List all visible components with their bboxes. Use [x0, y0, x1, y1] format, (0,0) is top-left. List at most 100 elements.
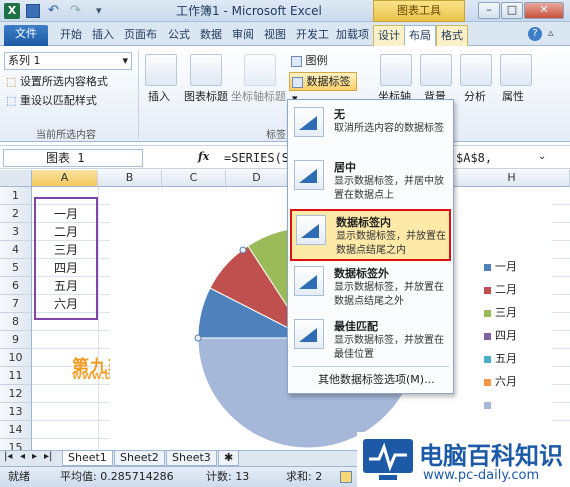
sheet-nav-next-icon[interactable]: ▸ — [32, 451, 37, 462]
axes-icon[interactable] — [380, 54, 412, 86]
row-header[interactable]: 13 — [0, 403, 32, 421]
customize-qat-icon[interactable]: ▾ — [96, 3, 102, 19]
legend-button[interactable]: 图例 — [291, 54, 328, 68]
legend-entry[interactable]: 二月 — [484, 283, 544, 306]
tab-file[interactable]: 文件 — [4, 25, 48, 46]
row-header[interactable]: 4 — [0, 241, 32, 259]
insert-button-label[interactable]: 插入 — [148, 90, 170, 104]
axis-titles-icon[interactable] — [244, 54, 276, 86]
selection-handle[interactable] — [239, 246, 247, 254]
chart-title-icon[interactable] — [190, 54, 222, 86]
cell-a3[interactable]: 二月 — [36, 223, 96, 241]
tab-layout[interactable]: 布局 — [404, 25, 436, 46]
row-header[interactable]: 8 — [0, 313, 32, 331]
selection-dropdown[interactable]: 系列 1 ▾ — [4, 52, 132, 70]
legend-entry[interactable]: 五月 — [484, 352, 544, 375]
cell-a4[interactable]: 三月 — [36, 241, 96, 259]
data-label-option-outside[interactable]: 数据标签外 显示数据标签，并放置在数据点结尾之外 — [290, 262, 451, 314]
fx-button[interactable]: fx — [198, 150, 209, 163]
sheet-tab-1[interactable]: Sheet1 — [62, 451, 113, 466]
data-label-option-center[interactable]: 居中 显示数据标签，并居中放置在数据点上 — [290, 156, 451, 208]
excel-app-icon[interactable]: X — [4, 3, 20, 19]
column-header[interactable]: D — [226, 170, 288, 187]
more-data-label-options[interactable]: 其他数据标签选项(M)... — [318, 373, 435, 387]
formula-text-left[interactable]: =SERIES(S — [224, 150, 289, 166]
legend-entry[interactable]: 四月 — [484, 329, 544, 352]
cell-a7[interactable]: 六月 — [36, 295, 96, 313]
sheet-tab-3[interactable]: Sheet3 — [166, 451, 217, 466]
row-header[interactable]: 2 — [0, 205, 32, 223]
sheet-nav-prev-icon[interactable]: ◂ — [20, 451, 25, 462]
tab-formulas[interactable]: 公式 — [164, 25, 194, 46]
row-header[interactable]: 5 — [0, 259, 32, 277]
tab-view[interactable]: 视图 — [260, 25, 290, 46]
select-all-corner[interactable] — [0, 170, 32, 187]
ribbon-minimize-icon[interactable]: ▵ — [548, 26, 554, 39]
legend-swatch — [484, 355, 491, 363]
row-header[interactable]: 12 — [0, 385, 32, 403]
normal-view-icon[interactable] — [340, 471, 352, 483]
legend-entry[interactable] — [484, 398, 544, 421]
close-button[interactable]: ✕ — [524, 2, 564, 19]
selection-handle[interactable] — [194, 334, 202, 342]
tab-format[interactable]: 格式 — [436, 25, 468, 46]
sheet-nav-first-icon[interactable]: |◂ — [4, 451, 12, 462]
row-header[interactable]: 9 — [0, 331, 32, 349]
data-labels-icon — [292, 76, 303, 88]
tab-data[interactable]: 数据 — [196, 25, 226, 46]
tab-design[interactable]: 设计 — [373, 25, 405, 46]
background-icon[interactable] — [420, 54, 452, 86]
legend-entry[interactable]: 三月 — [484, 306, 544, 329]
reset-style-button[interactable]: ⬚ 重设以匹配样式 — [6, 94, 97, 108]
row-header[interactable]: 1 — [0, 187, 32, 205]
data-label-option-none[interactable]: 无取消所选内容的数据标签 — [290, 103, 451, 155]
row-header[interactable]: 10 — [0, 349, 32, 367]
properties-icon[interactable] — [500, 54, 532, 86]
data-label-option-bestfit[interactable]: 最佳匹配 显示数据标签，并放置在最佳位置 — [290, 315, 451, 367]
insert-icon[interactable] — [145, 54, 177, 86]
axis-titles-button-label[interactable]: 坐标轴标题 — [231, 90, 286, 104]
row-header[interactable]: 3 — [0, 223, 32, 241]
chart-legend[interactable]: 一月 二月 三月 四月 五月 六月 — [484, 260, 544, 421]
cell-a2[interactable]: 一月 — [36, 205, 96, 223]
sheet-tab-2[interactable]: Sheet2 — [114, 451, 165, 466]
expand-formula-bar-icon[interactable]: ⌄ — [538, 151, 546, 162]
minimize-button[interactable]: – — [478, 2, 500, 19]
help-icon[interactable]: ? — [528, 27, 542, 41]
save-icon[interactable] — [26, 4, 40, 18]
column-header[interactable]: H — [454, 170, 570, 187]
sheet-nav-last-icon[interactable]: ▸| — [44, 451, 52, 462]
tab-developer[interactable]: 开发工 — [292, 25, 333, 46]
analysis-button-label[interactable]: 分析 — [464, 90, 486, 104]
formula-text-right[interactable]: $A$8, — [456, 150, 492, 166]
format-selection-button[interactable]: ⬚ 设置所选内容格式 — [6, 75, 108, 89]
row-header[interactable]: 7 — [0, 295, 32, 313]
cell-a6[interactable]: 五月 — [36, 277, 96, 295]
legend-swatch — [484, 263, 491, 271]
column-header[interactable]: C — [162, 170, 226, 187]
row-header[interactable]: 11 — [0, 367, 32, 385]
data-label-option-inside[interactable]: 数据标签内 显示数据标签，并放置在数据点结尾之内 — [290, 209, 451, 261]
data-labels-button[interactable]: 数据标签 ▾ — [289, 72, 357, 105]
analysis-icon[interactable] — [460, 54, 492, 86]
row-header[interactable]: 14 — [0, 421, 32, 439]
legend-entry[interactable]: 六月 — [484, 375, 544, 398]
tab-insert[interactable]: 插入 — [88, 25, 118, 46]
name-box[interactable]: 图表 1 — [3, 149, 143, 167]
column-header[interactable]: B — [98, 170, 162, 187]
legend-swatch — [484, 286, 491, 294]
tab-page-layout[interactable]: 页面布 — [120, 25, 161, 46]
tab-review[interactable]: 审阅 — [228, 25, 258, 46]
cell-a5[interactable]: 四月 — [36, 259, 96, 277]
insert-sheet-icon[interactable]: ✱ — [218, 451, 240, 466]
tab-home[interactable]: 开始 — [56, 25, 86, 46]
legend-entry[interactable]: 一月 — [484, 260, 544, 283]
properties-button-label[interactable]: 属性 — [502, 90, 524, 104]
column-header[interactable]: A — [32, 170, 98, 187]
undo-icon[interactable]: ↶ — [48, 3, 59, 19]
chart-title-button-label[interactable]: 图表标题 — [184, 90, 228, 104]
redo-icon[interactable]: ↷ — [70, 3, 81, 19]
row-header[interactable]: 6 — [0, 277, 32, 295]
tab-add-ins[interactable]: 加载项 — [332, 25, 373, 46]
maximize-button[interactable]: □ — [501, 2, 523, 19]
